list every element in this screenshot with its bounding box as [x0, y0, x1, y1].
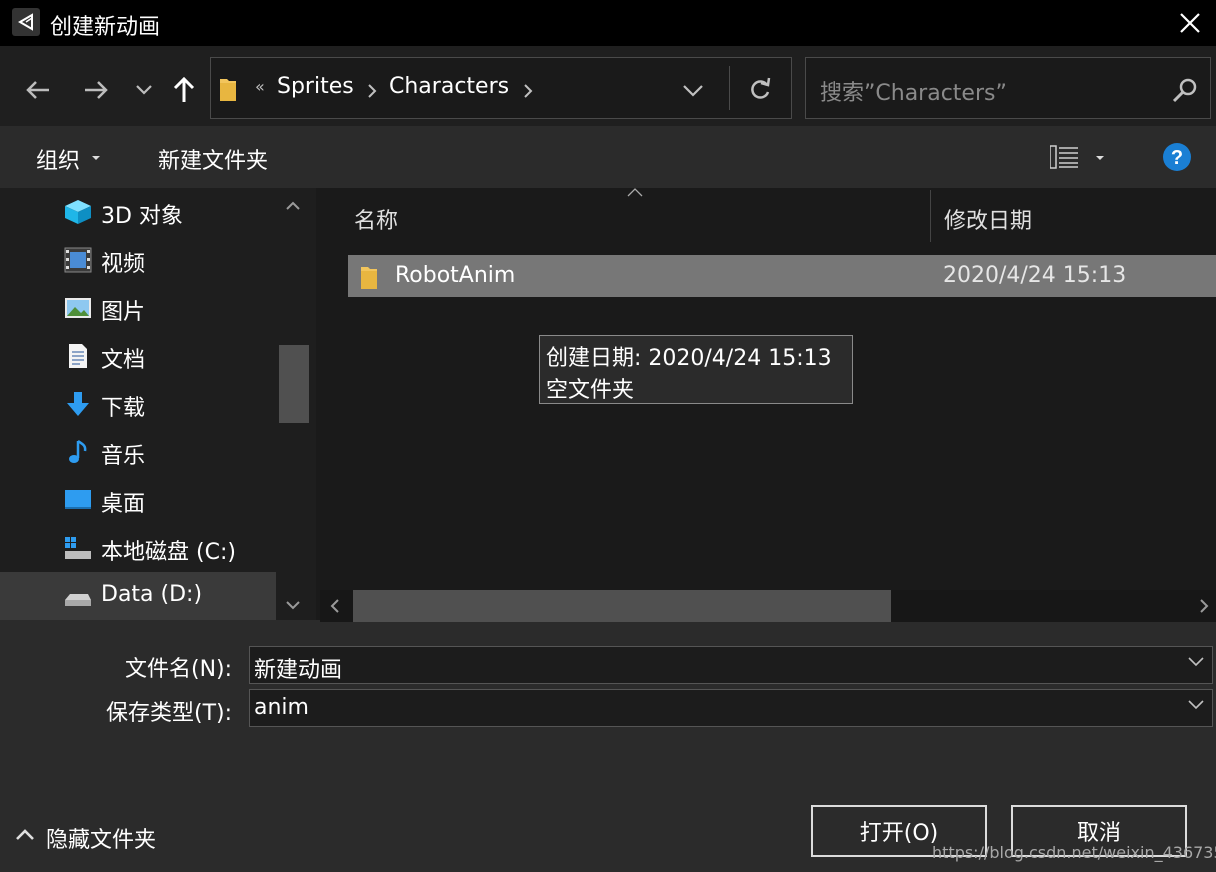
- title-bar: [0, 0, 1216, 46]
- sort-ascending-icon: [627, 188, 643, 197]
- download-icon: [67, 392, 89, 416]
- sidebar-item-music[interactable]: 音乐: [0, 428, 276, 476]
- music-icon: [69, 439, 87, 463]
- divider: [729, 66, 730, 110]
- desktop-icon: [65, 490, 91, 509]
- column-header-modified[interactable]: 修改日期: [944, 203, 1032, 235]
- sidebar-item-label: 视频: [101, 252, 146, 277]
- column-header-name[interactable]: 名称: [354, 203, 398, 235]
- arrow-left-icon: [26, 81, 49, 99]
- back-button[interactable]: [20, 72, 56, 108]
- sidebar-scrollbar-thumb[interactable]: [279, 345, 309, 423]
- filetype-label: 保存类型(T):: [106, 701, 233, 726]
- tooltip-folder-status: 空文件夹: [546, 378, 635, 403]
- forward-button[interactable]: [78, 72, 114, 108]
- search-icon[interactable]: [1172, 77, 1198, 103]
- hide-folders-button[interactable]: 隐藏文件夹: [46, 822, 156, 854]
- chevron-down-icon[interactable]: [1188, 657, 1204, 667]
- sidebar-item-documents[interactable]: 文档: [0, 332, 276, 380]
- address-bar[interactable]: « Sprites Characters: [210, 57, 792, 119]
- new-folder-button[interactable]: 新建文件夹: [158, 143, 268, 175]
- scroll-up-icon[interactable]: [286, 201, 300, 210]
- breadcrumb-overflow[interactable]: «: [255, 77, 265, 96]
- window-title: 创建新动画: [50, 15, 161, 40]
- scroll-down-icon[interactable]: [286, 601, 300, 610]
- chevron-right-icon[interactable]: [523, 84, 533, 98]
- sidebar-item-downloads[interactable]: 下载: [0, 380, 276, 428]
- file-list: 名称 修改日期: [316, 188, 1216, 620]
- chevron-down-icon[interactable]: [1188, 700, 1204, 710]
- scroll-right-icon[interactable]: [1200, 599, 1209, 613]
- arrow-right-icon: [85, 81, 108, 99]
- tooltip: 创建日期: 2020/4/24 15:13 空文件夹: [539, 335, 853, 404]
- view-options-caret-icon[interactable]: [1095, 155, 1105, 161]
- sidebar-item-pictures[interactable]: 图片: [0, 284, 276, 332]
- 3d-objects-icon: [65, 200, 91, 224]
- documents-icon: [69, 344, 87, 368]
- chevron-right-icon[interactable]: [367, 84, 377, 98]
- filename-field[interactable]: 新建动画: [249, 646, 1213, 684]
- sidebar-item-desktop[interactable]: 桌面: [0, 476, 276, 524]
- sidebar-item-label: 文档: [101, 348, 146, 373]
- sidebar-item-label: 音乐: [101, 444, 146, 469]
- search-box[interactable]: 搜索”Characters”: [805, 57, 1211, 119]
- drive-icon: [65, 594, 91, 606]
- breadcrumb-sprites[interactable]: Sprites: [277, 74, 354, 99]
- sidebar-item-label: 下载: [101, 396, 146, 421]
- svg-text:?: ?: [1171, 147, 1183, 169]
- address-dropdown-icon[interactable]: [683, 85, 703, 97]
- filetype-select[interactable]: anim: [249, 689, 1213, 727]
- hscrollbar-thumb[interactable]: [353, 590, 891, 622]
- filetype-value[interactable]: anim: [254, 695, 309, 720]
- folder-icon: [361, 267, 377, 289]
- filename-label: 文件名(N):: [125, 657, 233, 682]
- arrow-up-icon: [173, 77, 195, 102]
- caret-down-icon: [92, 156, 100, 160]
- sidebar-item-local-disk-c[interactable]: 本地磁盘 (C:): [0, 524, 276, 572]
- file-name: RobotAnim: [395, 263, 516, 288]
- tooltip-created-date: 创建日期: 2020/4/24 15:13: [546, 346, 832, 371]
- scroll-left-icon[interactable]: [330, 599, 339, 613]
- chevron-up-icon[interactable]: [16, 829, 34, 840]
- close-icon: [1180, 13, 1200, 33]
- sidebar-item-label: 3D 对象: [101, 204, 183, 229]
- video-icon: [64, 247, 92, 273]
- sidebar-item-label: 本地磁盘 (C:): [101, 540, 236, 565]
- sidebar-item-3d-objects[interactable]: 3D 对象: [0, 188, 276, 236]
- sidebar-item-label: 图片: [101, 300, 146, 325]
- sidebar-item-label: Data (D:): [101, 582, 203, 607]
- close-button[interactable]: [1170, 4, 1210, 42]
- folder-icon: [220, 79, 236, 101]
- recent-locations-button[interactable]: [126, 72, 162, 108]
- unity-logo-icon: [12, 8, 40, 36]
- help-icon[interactable]: ?: [1162, 142, 1192, 172]
- filename-value[interactable]: 新建动画: [254, 652, 342, 684]
- windows-drive-icon: [65, 537, 91, 559]
- sidebar-item-videos[interactable]: 视频: [0, 236, 276, 284]
- organize-button[interactable]: 组织: [36, 143, 80, 175]
- file-modified-date: 2020/4/24 15:13: [943, 263, 1127, 288]
- column-divider[interactable]: [930, 190, 931, 242]
- file-row[interactable]: RobotAnim 2020/4/24 15:13: [348, 255, 1216, 297]
- chevron-down-icon: [136, 85, 152, 95]
- breadcrumb-characters[interactable]: Characters: [389, 74, 509, 99]
- search-input[interactable]: 搜索”Characters”: [820, 75, 1007, 107]
- pictures-icon: [65, 298, 91, 318]
- navigation-pane: 3D 对象 视频 图片 文档 下载 音乐 桌面 本地磁盘 (C:) Data (…: [0, 188, 316, 620]
- up-button[interactable]: [166, 72, 202, 108]
- sidebar-item-data-d[interactable]: Data (D:): [0, 572, 276, 620]
- view-details-icon[interactable]: [1050, 145, 1080, 169]
- refresh-icon[interactable]: [749, 77, 771, 101]
- sidebar-item-label: 桌面: [101, 492, 146, 517]
- watermark: https://blog.csdn.net/weixin_43673589: [932, 843, 1216, 862]
